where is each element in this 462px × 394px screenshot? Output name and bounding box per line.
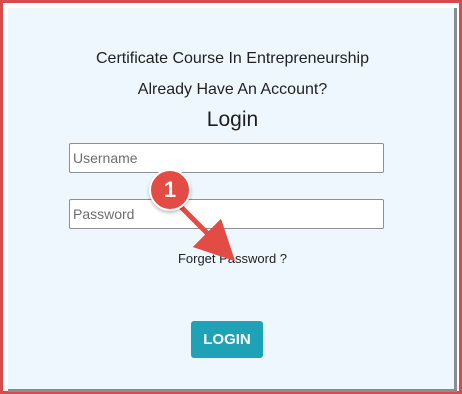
login-heading: Login [206, 108, 259, 131]
login-panel: Certificate Course In Entrepreneurship A… [8, 8, 457, 392]
username-input[interactable] [69, 143, 384, 173]
annotation-badge: 1 [149, 169, 191, 211]
course-title: Certificate Course In Entrepreneurship [95, 50, 370, 67]
account-prompt: Already Have An Account? [137, 81, 328, 98]
login-button[interactable]: LOGIN [191, 321, 263, 358]
forgot-password-link[interactable]: Forget Password ? [8, 251, 457, 266]
screenshot-frame: Certificate Course In Entrepreneurship A… [0, 0, 462, 394]
password-input[interactable] [69, 199, 384, 229]
